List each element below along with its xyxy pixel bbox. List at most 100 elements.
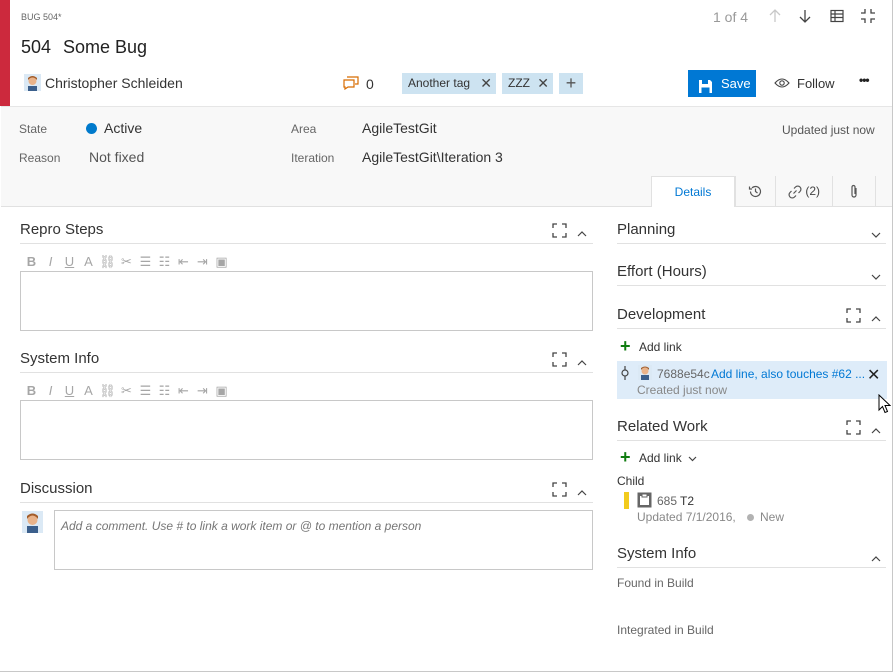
unlink-icon[interactable]: ✂ [117, 383, 136, 399]
chevron-down-icon [688, 451, 697, 466]
collapse-chevron-icon[interactable] [871, 424, 883, 436]
bullet-list-icon[interactable]: ☰ [136, 383, 155, 399]
collapse-chevron-icon[interactable] [871, 312, 883, 324]
highlight-icon[interactable]: A [79, 254, 98, 269]
user-avatar [22, 511, 43, 533]
tab-details-label: Details [674, 185, 712, 199]
indent-icon[interactable]: ⇥ [193, 383, 212, 399]
reason-value[interactable]: Not fixed [89, 149, 144, 165]
follow-eye-icon[interactable] [774, 77, 790, 89]
comment-box[interactable]: Add a comment. Use # to link a work item… [54, 510, 593, 570]
rich-text-toolbar: B I U A ⛓ ✂ ☰ ☷ ⇤ ⇥ ▣ [22, 254, 231, 272]
system-info-right-title: System Info [617, 545, 697, 562]
collapse-chevron-icon[interactable] [871, 552, 883, 564]
expand-chevron-icon[interactable] [871, 270, 883, 282]
task-icon [637, 492, 652, 508]
commit-icon [620, 366, 630, 380]
state-dot [747, 514, 754, 521]
area-value[interactable]: AgileTestGit [362, 120, 437, 136]
underline-icon[interactable]: U [60, 383, 79, 398]
outdent-icon[interactable]: ⇤ [174, 383, 193, 399]
italic-icon[interactable]: I [41, 254, 60, 269]
tab-history[interactable] [735, 176, 775, 207]
repro-steps-editor[interactable] [20, 271, 593, 331]
unlink-icon[interactable]: ✂ [117, 254, 136, 270]
collapse-chevron-icon[interactable] [577, 486, 589, 498]
indent-icon[interactable]: ⇥ [193, 254, 212, 270]
system-info-editor[interactable] [20, 400, 593, 460]
commit-message-link[interactable]: Add line, also touches #62 ... [711, 367, 865, 381]
commit-author-avatar [638, 365, 652, 380]
previous-item-icon[interactable] [767, 8, 785, 24]
child-type-color-bar [624, 492, 629, 509]
remove-tag-icon[interactable]: ✕ [537, 73, 549, 94]
image-icon[interactable]: ▣ [212, 254, 231, 270]
state-label: State [19, 122, 48, 136]
state-value[interactable]: Active [104, 120, 142, 136]
remove-link-icon[interactable]: ✕ [867, 365, 880, 385]
maximize-icon[interactable] [846, 308, 861, 323]
expand-chevron-icon[interactable] [871, 228, 883, 240]
development-add-link[interactable]: + Add link [620, 336, 820, 358]
comment-count: 0 [366, 76, 374, 92]
maximize-icon[interactable] [552, 352, 567, 367]
links-count: (2) [805, 184, 820, 198]
maximize-icon[interactable] [552, 223, 567, 238]
work-item-type-color-bar [0, 0, 10, 106]
child-title-link[interactable]: T2 [680, 494, 694, 508]
maximize-icon[interactable] [552, 482, 567, 497]
add-tag-button[interactable]: + [559, 73, 583, 94]
assigned-to-name[interactable]: Christopher Schleiden [45, 75, 183, 91]
comments-icon[interactable] [343, 76, 359, 91]
section-divider [617, 567, 886, 568]
tab-links[interactable]: (2) [775, 176, 832, 207]
related-add-link[interactable]: + Add link [620, 447, 820, 469]
outdent-icon[interactable]: ⇤ [174, 254, 193, 270]
area-label: Area [291, 122, 317, 136]
maximize-icon[interactable] [846, 420, 861, 435]
link-icon[interactable]: ⛓ [98, 254, 117, 270]
collapse-fullscreen-icon[interactable] [860, 8, 878, 24]
iteration-value[interactable]: AgileTestGit\Iteration 3 [362, 149, 503, 165]
add-link-label: Add link [639, 340, 682, 354]
bold-icon[interactable]: B [22, 383, 41, 398]
link-icon[interactable]: ⛓ [98, 383, 117, 399]
comment-placeholder: Add a comment. Use # to link a work item… [61, 519, 422, 533]
image-icon[interactable]: ▣ [212, 383, 231, 399]
tag-zzz[interactable]: ZZZ ✕ [502, 73, 553, 94]
numbered-list-icon[interactable]: ☷ [155, 254, 174, 270]
more-actions-button[interactable]: ••• [859, 73, 870, 87]
child-id: 685 [657, 494, 678, 508]
bold-icon[interactable]: B [22, 254, 41, 269]
link-icon [788, 185, 802, 199]
italic-icon[interactable]: I [41, 383, 60, 398]
tag-another-tag[interactable]: Another tag ✕ [402, 73, 496, 94]
planning-title[interactable]: Planning [617, 221, 675, 238]
work-item-type-label: BUG 504* [21, 12, 62, 22]
save-label: Save [721, 76, 751, 91]
found-in-build-label: Found in Build [617, 576, 694, 590]
work-item-id: 504 [21, 37, 52, 57]
bullet-list-icon[interactable]: ☰ [136, 254, 155, 270]
save-icon [698, 76, 713, 93]
save-button[interactable]: Save [688, 70, 756, 97]
discussion-title: Discussion [20, 480, 93, 497]
tab-attachments[interactable] [832, 176, 876, 207]
effort-title[interactable]: Effort (Hours) [617, 263, 707, 280]
section-divider [20, 502, 593, 503]
iteration-label: Iteration [291, 151, 335, 165]
tab-details[interactable]: Details [651, 176, 735, 207]
tag-label: ZZZ [508, 76, 530, 90]
grid-view-icon[interactable] [829, 8, 847, 24]
remove-tag-icon[interactable]: ✕ [480, 73, 492, 94]
highlight-icon[interactable]: A [79, 383, 98, 398]
work-item-title[interactable]: Some Bug [63, 37, 147, 58]
child-label: Child [617, 474, 645, 488]
next-item-icon[interactable] [797, 8, 815, 24]
collapse-chevron-icon[interactable] [577, 356, 589, 368]
follow-button[interactable]: Follow [797, 76, 835, 91]
underline-icon[interactable]: U [60, 254, 79, 269]
numbered-list-icon[interactable]: ☷ [155, 383, 174, 399]
repro-steps-title: Repro Steps [20, 221, 104, 238]
collapse-chevron-icon[interactable] [577, 227, 589, 239]
